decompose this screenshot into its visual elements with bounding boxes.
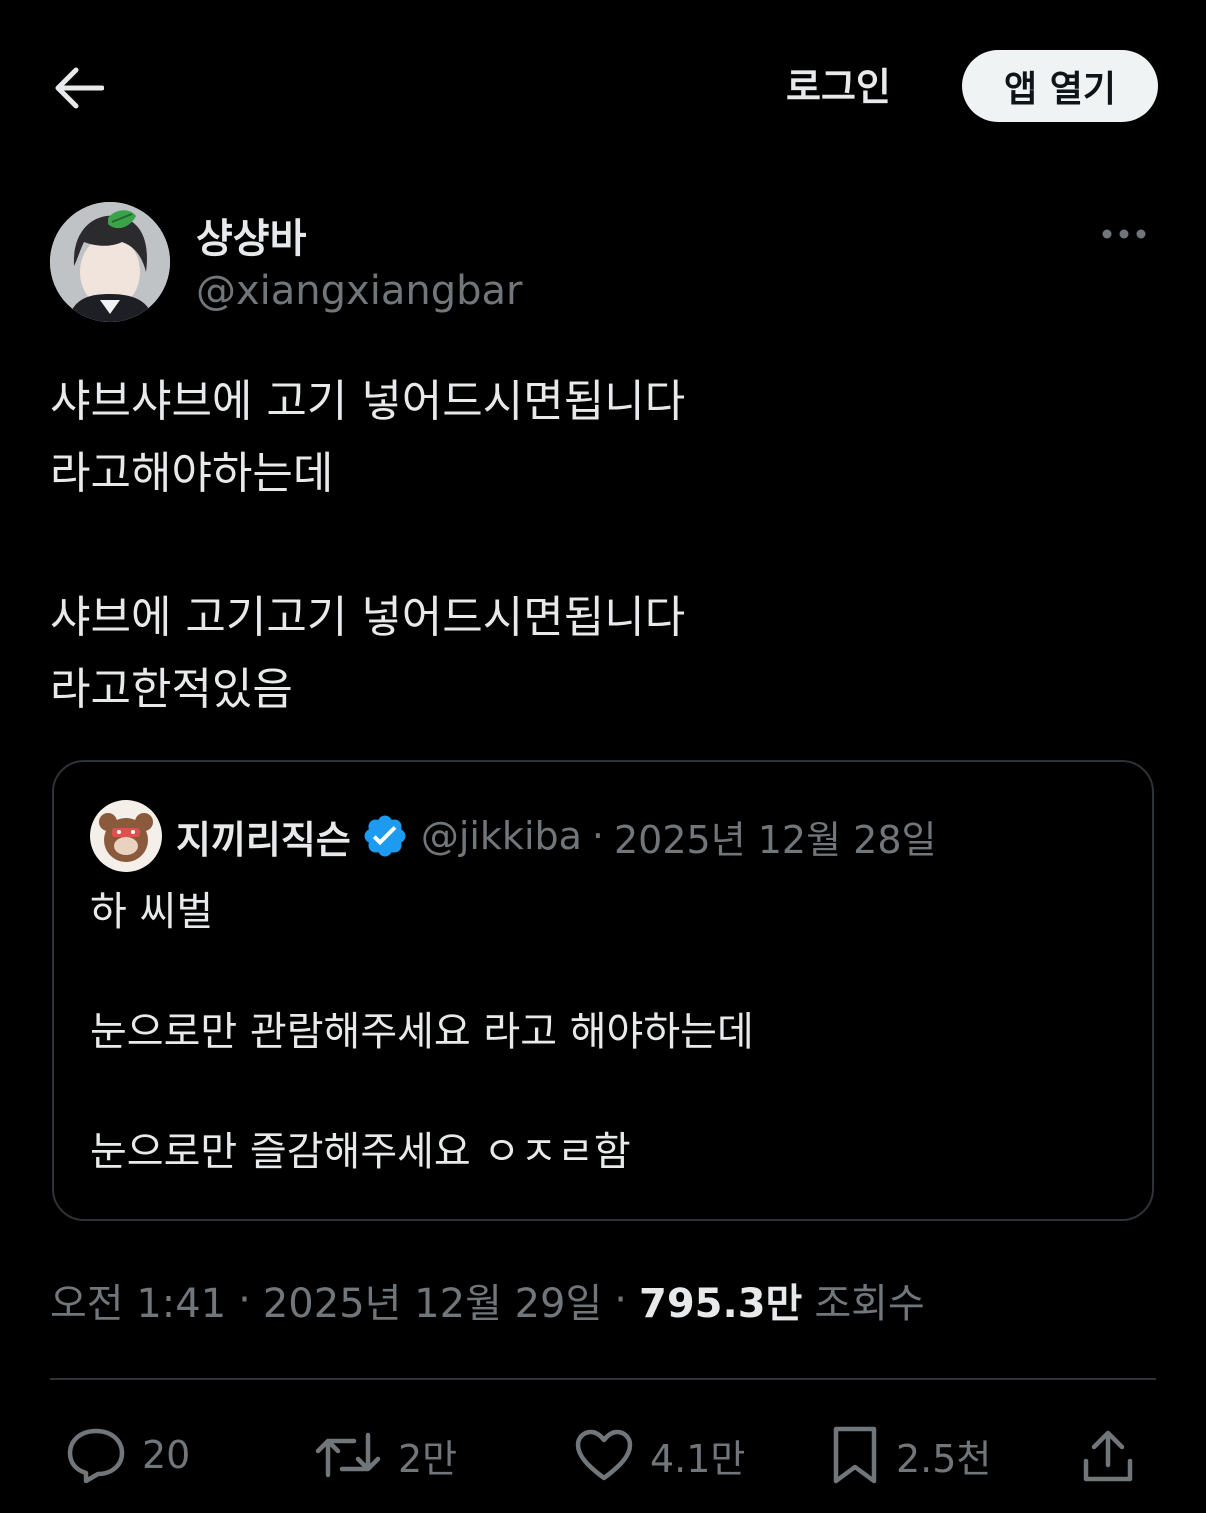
- tweet-paragraph: 샤브샤브에 고기 넣어드시면됩니다 라고해야하는데: [50, 376, 686, 499]
- bookmark-icon: [833, 1426, 877, 1484]
- retweet-button[interactable]: 2만: [314, 1405, 457, 1505]
- tweet-text: 샤브샤브에 고기 넣어드시면됩니다 라고해야하는데 샤브에 고기고기 넣어드시면…: [50, 366, 1156, 726]
- retweet-icon: [315, 1432, 381, 1478]
- reply-count: 20: [142, 1433, 191, 1477]
- reply-icon: [67, 1428, 125, 1483]
- views-label: 조회수: [814, 1281, 925, 1327]
- login-link[interactable]: 로그인: [786, 62, 891, 112]
- reply-button[interactable]: 20: [66, 1405, 190, 1505]
- quoted-tweet-text: 하 씨벌 눈으로만 관람해주세요 라고 해야하는데 눈으로만 즐감해주세요 ㅇㅈ…: [90, 882, 1120, 1182]
- tweet-time[interactable]: 오전 1:41: [50, 1271, 226, 1329]
- views-count: 795.3만: [639, 1281, 803, 1327]
- top-bar: 로그인 앱 열기: [0, 0, 1206, 170]
- like-button[interactable]: 4.1만: [574, 1405, 745, 1505]
- tweet-meta: 오전 1:41 · 2025년 12월 29일 · 795.3만 조회수: [50, 1272, 925, 1328]
- user-avatar[interactable]: [50, 202, 170, 322]
- bookmark-count: 2.5천: [896, 1436, 992, 1481]
- separator-dot: ·: [238, 1277, 251, 1323]
- tweet-author: 샹샹바 @xiangxiangbar: [50, 202, 1156, 324]
- divider: [50, 1378, 1156, 1380]
- open-app-button[interactable]: 앱 열기: [962, 50, 1158, 122]
- separator-dot: ·: [591, 814, 604, 858]
- quoted-tweet[interactable]: 지끼리직슨 @jikkiba · 2025년 12월 28일 하 씨벌 눈으로만…: [52, 760, 1154, 1221]
- arrow-left-icon: [55, 67, 104, 109]
- like-icon: [575, 1429, 633, 1481]
- share-button[interactable]: [1080, 1405, 1136, 1505]
- more-button[interactable]: [1094, 212, 1154, 256]
- more-horizontal-icon: [1102, 229, 1146, 239]
- separator-dot: ·: [614, 1277, 628, 1323]
- share-icon: [1083, 1430, 1133, 1482]
- quoted-paragraph: 하 씨벌: [90, 889, 214, 935]
- retweet-count: 2만: [398, 1436, 458, 1481]
- action-bar: 20 2만 4.1만 2.5천: [0, 1405, 1206, 1505]
- verified-badge-icon: [361, 810, 413, 862]
- quoted-author-handle: @jikkiba: [420, 814, 582, 858]
- author-handle[interactable]: @xiangxiangbar: [196, 268, 522, 314]
- tweet-paragraph: 샤브에 고기고기 넣어드시면됩니다 라고한적있음: [50, 592, 686, 715]
- author-name[interactable]: 샹샹바: [196, 206, 306, 264]
- quoted-paragraph: 눈으로만 관람해주세요 라고 해야하는데: [90, 1009, 754, 1055]
- quoted-author-name: 지끼리직슨: [176, 817, 351, 862]
- tweet-date[interactable]: 2025년 12월 29일: [263, 1271, 602, 1329]
- bookmark-button[interactable]: 2.5천: [830, 1405, 991, 1505]
- quoted-paragraph: 눈으로만 즐감해주세요 ㅇㅈㄹ함: [90, 1129, 631, 1175]
- quoted-user-avatar: [90, 800, 162, 872]
- back-button[interactable]: [50, 60, 106, 116]
- like-count: 4.1만: [650, 1436, 746, 1481]
- quoted-tweet-header: 지끼리직슨 @jikkiba · 2025년 12월 28일: [90, 798, 936, 874]
- quoted-tweet-date: 2025년 12월 28일: [614, 817, 937, 862]
